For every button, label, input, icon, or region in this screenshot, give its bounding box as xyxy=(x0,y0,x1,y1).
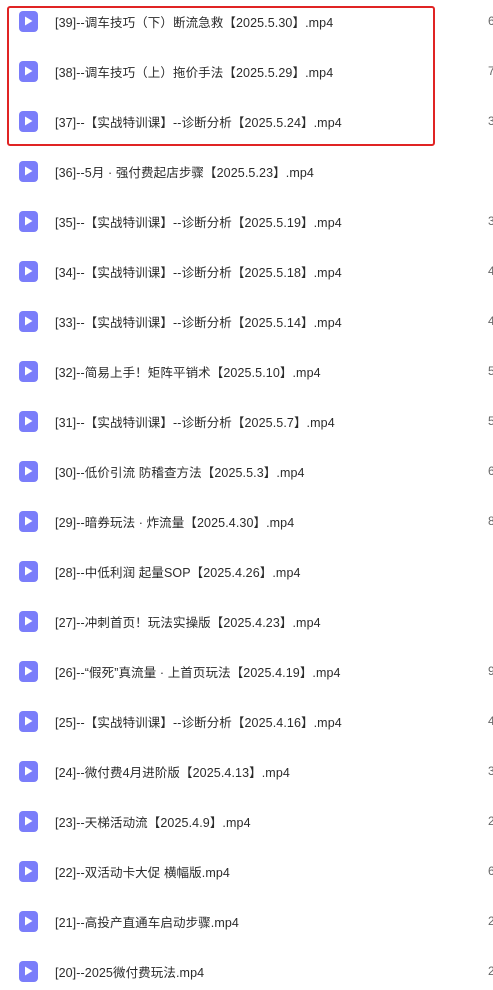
video-file-icon xyxy=(19,60,38,82)
file-name: [39]--调车技巧（下）断流急救【2025.5.30】.mp4 xyxy=(55,15,334,30)
file-row[interactable]: [26]--“假死”真流量 · 上首页玩法【2025.4.19】.mp4 9 xyxy=(0,646,493,696)
video-file-icon xyxy=(19,860,38,882)
file-row[interactable]: [25]--【实战特训课】--诊断分析【2025.4.16】.mp4 4 xyxy=(0,696,493,746)
video-file-icon xyxy=(19,660,38,682)
file-size: 7 xyxy=(488,64,493,78)
file-size: 2 xyxy=(488,914,493,928)
file-size: 4 xyxy=(488,314,493,328)
file-name: [21]--高投产直通车启动步骤.mp4 xyxy=(55,915,239,930)
file-row[interactable]: [21]--高投产直通车启动步骤.mp4 2 xyxy=(0,896,493,946)
file-name: [36]--5月 · 强付费起店步骤【2025.5.23】.mp4 xyxy=(55,165,314,180)
video-file-icon xyxy=(19,910,38,932)
file-size: 5 xyxy=(488,364,493,378)
file-size: 3 xyxy=(488,214,493,228)
video-file-icon xyxy=(19,160,38,182)
file-row[interactable]: [31]--【实战特训课】--诊断分析【2025.5.7】.mp4 5 xyxy=(0,396,493,446)
file-name: [20]--2025微付费玩法.mp4 xyxy=(55,965,205,980)
file-name: [31]--【实战特训课】--诊断分析【2025.5.7】.mp4 xyxy=(55,415,335,430)
file-name: [37]--【实战特训课】--诊断分析【2025.5.24】.mp4 xyxy=(55,115,342,130)
video-file-icon xyxy=(19,360,38,382)
file-row[interactable]: [37]--【实战特训课】--诊断分析【2025.5.24】.mp4 3 xyxy=(0,96,493,146)
file-row[interactable]: [27]--冲刺首页！玩法实操版【2025.4.23】.mp4 xyxy=(0,596,493,646)
file-size: 4 xyxy=(488,714,493,728)
file-size: 6 xyxy=(488,864,493,878)
video-file-icon xyxy=(19,560,38,582)
video-file-icon xyxy=(19,10,38,32)
file-row[interactable]: [32]--简易上手！矩阵平销术【2025.5.10】.mp4 5 xyxy=(0,346,493,396)
video-file-icon xyxy=(19,810,38,832)
file-row[interactable]: [30]--低价引流 防稽查方法【2025.5.3】.mp4 6 xyxy=(0,446,493,496)
video-file-icon xyxy=(19,960,38,982)
video-file-icon xyxy=(19,110,38,132)
file-row[interactable]: [22]--双活动卡大促 横幅版.mp4 6 xyxy=(0,846,493,896)
file-name: [38]--调车技巧（上）拖价手法【2025.5.29】.mp4 xyxy=(55,65,334,80)
file-row[interactable]: [36]--5月 · 强付费起店步骤【2025.5.23】.mp4 xyxy=(0,146,493,196)
file-name: [29]--暗券玩法 · 炸流量【2025.4.30】.mp4 xyxy=(55,515,295,530)
file-row[interactable]: [20]--2025微付费玩法.mp4 2 xyxy=(0,946,493,990)
file-name: [33]--【实战特训课】--诊断分析【2025.5.14】.mp4 xyxy=(55,315,342,330)
file-list: [39]--调车技巧（下）断流急救【2025.5.30】.mp4 6 [38]-… xyxy=(0,0,493,990)
file-name: [24]--微付费4月进阶版【2025.4.13】.mp4 xyxy=(55,765,290,780)
file-size: 5 xyxy=(488,414,493,428)
file-row[interactable]: [39]--调车技巧（下）断流急救【2025.5.30】.mp4 6 xyxy=(0,0,493,46)
file-row[interactable]: [24]--微付费4月进阶版【2025.4.13】.mp4 3 xyxy=(0,746,493,796)
file-name: [27]--冲刺首页！玩法实操版【2025.4.23】.mp4 xyxy=(55,615,321,630)
file-name: [22]--双活动卡大促 横幅版.mp4 xyxy=(55,865,230,880)
file-row[interactable]: [23]--天梯活动流【2025.4.9】.mp4 2 xyxy=(0,796,493,846)
file-size: 6 xyxy=(488,464,493,478)
video-file-icon xyxy=(19,610,38,632)
file-name: [30]--低价引流 防稽查方法【2025.5.3】.mp4 xyxy=(55,465,305,480)
file-size: 8 xyxy=(488,514,493,528)
file-name: [23]--天梯活动流【2025.4.9】.mp4 xyxy=(55,815,251,830)
file-row[interactable]: [33]--【实战特训课】--诊断分析【2025.5.14】.mp4 4 xyxy=(0,296,493,346)
video-file-icon xyxy=(19,310,38,332)
file-row[interactable]: [35]--【实战特训课】--诊断分析【2025.5.19】.mp4 3 xyxy=(0,196,493,246)
file-name: [25]--【实战特训课】--诊断分析【2025.4.16】.mp4 xyxy=(55,715,342,730)
video-file-icon xyxy=(19,760,38,782)
file-name: [32]--简易上手！矩阵平销术【2025.5.10】.mp4 xyxy=(55,365,321,380)
file-name: [28]--中低利润 起量SOP【2025.4.26】.mp4 xyxy=(55,565,301,580)
file-size: 3 xyxy=(488,114,493,128)
video-file-icon xyxy=(19,210,38,232)
file-name: [35]--【实战特训课】--诊断分析【2025.5.19】.mp4 xyxy=(55,215,342,230)
file-row[interactable]: [29]--暗券玩法 · 炸流量【2025.4.30】.mp4 8 xyxy=(0,496,493,546)
video-file-icon xyxy=(19,710,38,732)
file-size: 6 xyxy=(488,14,493,28)
file-name: [26]--“假死”真流量 · 上首页玩法【2025.4.19】.mp4 xyxy=(55,665,341,680)
file-size: 4 xyxy=(488,264,493,278)
video-file-icon xyxy=(19,410,38,432)
file-size: 9 xyxy=(488,664,493,678)
video-file-icon xyxy=(19,460,38,482)
file-row[interactable]: [34]--【实战特训课】--诊断分析【2025.5.18】.mp4 4 xyxy=(0,246,493,296)
file-size: 2 xyxy=(488,814,493,828)
video-file-icon xyxy=(19,260,38,282)
file-size: 3 xyxy=(488,764,493,778)
file-row[interactable]: [28]--中低利润 起量SOP【2025.4.26】.mp4 xyxy=(0,546,493,596)
file-size: 2 xyxy=(488,964,493,978)
video-file-icon xyxy=(19,510,38,532)
file-row[interactable]: [38]--调车技巧（上）拖价手法【2025.5.29】.mp4 7 xyxy=(0,46,493,96)
file-name: [34]--【实战特训课】--诊断分析【2025.5.18】.mp4 xyxy=(55,265,342,280)
